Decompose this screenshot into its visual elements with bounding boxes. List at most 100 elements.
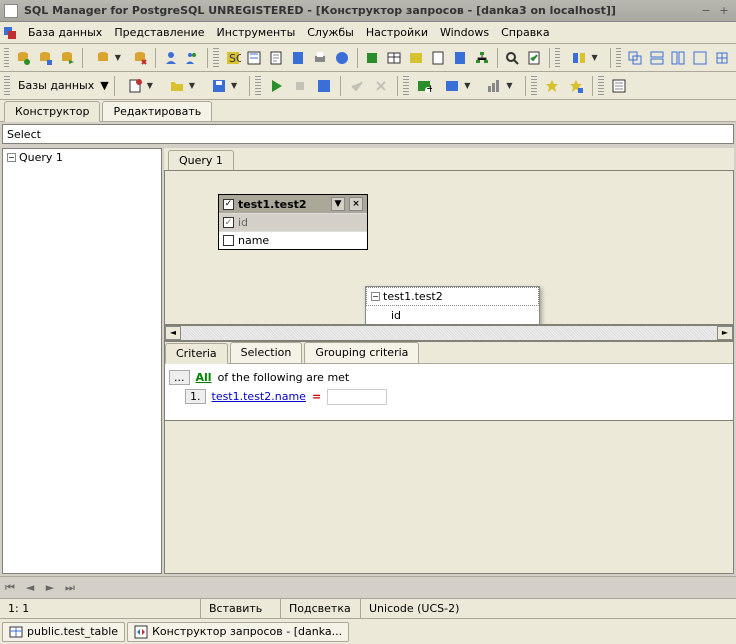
tool-user[interactable] bbox=[161, 47, 181, 69]
scroll-track[interactable] bbox=[181, 326, 717, 340]
toolbar-grip[interactable] bbox=[255, 76, 261, 96]
tool-tree[interactable] bbox=[472, 47, 492, 69]
toolbar-grip[interactable] bbox=[4, 76, 10, 96]
tool-export[interactable]: ▼ bbox=[437, 75, 477, 97]
toolbar-grip[interactable] bbox=[598, 76, 604, 96]
tool-save-query[interactable]: ▼ bbox=[204, 75, 244, 97]
table-widget-header[interactable]: ✓ test1.test2 ▼ × bbox=[219, 195, 367, 213]
checkbox-all-icon[interactable]: ✓ bbox=[223, 199, 234, 210]
criteria-field-link[interactable]: test1.test2.name bbox=[212, 390, 306, 403]
menu-services[interactable]: Службы bbox=[301, 24, 360, 41]
close-icon[interactable]: × bbox=[349, 197, 363, 211]
tool-script[interactable] bbox=[266, 47, 286, 69]
tab-selection[interactable]: Selection bbox=[230, 342, 303, 363]
popup-field-row[interactable]: id bbox=[366, 306, 539, 325]
menu-settings[interactable]: Настройки bbox=[360, 24, 434, 41]
scroll-left-icon[interactable]: ◄ bbox=[165, 326, 181, 340]
menu-help[interactable]: Справка bbox=[495, 24, 555, 41]
tool-fav-list[interactable] bbox=[565, 75, 587, 97]
select-type-bar[interactable]: Select bbox=[2, 124, 734, 144]
toolbar-grip[interactable] bbox=[531, 76, 537, 96]
tool-tile-v[interactable] bbox=[669, 47, 689, 69]
menu-tools[interactable]: Инструменты bbox=[211, 24, 302, 41]
dropdown-icon[interactable]: ▼ bbox=[331, 197, 345, 211]
tool-restore-all[interactable] bbox=[712, 47, 732, 69]
canvas-hscrollbar[interactable]: ◄ ► bbox=[164, 325, 734, 341]
toolbar-grip[interactable] bbox=[213, 48, 218, 68]
nav-prev-icon[interactable]: ◄ bbox=[20, 579, 40, 597]
tool-view[interactable] bbox=[406, 47, 426, 69]
tool-print[interactable] bbox=[310, 47, 330, 69]
criteria-menu-button[interactable]: ... bbox=[169, 370, 190, 385]
tool-rollback[interactable] bbox=[370, 75, 392, 97]
dropdown-arrow-icon[interactable]: ▼ bbox=[100, 79, 108, 92]
tab-grouping[interactable]: Grouping criteria bbox=[304, 342, 419, 363]
tool-db-connect[interactable]: ▼ bbox=[88, 47, 128, 69]
tool-create-view[interactable]: + bbox=[413, 75, 435, 97]
tool-stop[interactable] bbox=[289, 75, 311, 97]
tool-chart[interactable]: ▼ bbox=[479, 75, 519, 97]
canvas-tab-query1[interactable]: Query 1 bbox=[168, 150, 234, 171]
tool-table[interactable] bbox=[384, 47, 404, 69]
table-field-row[interactable]: ✓ id bbox=[219, 213, 367, 231]
minimize-button[interactable]: − bbox=[698, 3, 714, 19]
tool-sql-editor[interactable]: SQL bbox=[223, 47, 243, 69]
table-field-row[interactable]: name bbox=[219, 231, 367, 249]
tool-func[interactable] bbox=[450, 47, 470, 69]
maximize-button[interactable]: + bbox=[716, 3, 732, 19]
tab-edit[interactable]: Редактировать bbox=[102, 101, 212, 121]
tool-html[interactable] bbox=[332, 47, 352, 69]
tool-cascade[interactable] bbox=[625, 47, 645, 69]
task-public-test-table[interactable]: public.test_table bbox=[2, 622, 125, 642]
criteria-quantifier[interactable]: All bbox=[196, 371, 212, 384]
nav-last-icon[interactable]: ⏭ bbox=[60, 579, 80, 597]
toolbar-grip[interactable] bbox=[616, 48, 621, 68]
tool-db-new[interactable] bbox=[13, 47, 33, 69]
tool-proc[interactable] bbox=[428, 47, 448, 69]
tree-collapse-icon[interactable]: − bbox=[371, 292, 380, 301]
tool-new-query[interactable]: ▼ bbox=[120, 75, 160, 97]
tree-collapse-icon[interactable]: − bbox=[7, 153, 16, 162]
popup-table-row[interactable]: − test1.test2 bbox=[366, 287, 539, 306]
criteria-index[interactable]: 1. bbox=[185, 389, 206, 404]
tool-extract[interactable] bbox=[288, 47, 308, 69]
checkbox-icon[interactable]: ✓ bbox=[223, 217, 234, 228]
tool-users[interactable] bbox=[183, 47, 203, 69]
task-query-constructor[interactable]: Конструктор запросов - [danka... bbox=[127, 622, 349, 642]
tool-explain[interactable] bbox=[313, 75, 335, 97]
tool-open-query[interactable]: ▼ bbox=[162, 75, 202, 97]
tool-db-refresh[interactable] bbox=[57, 47, 77, 69]
table-widget-test1-test2[interactable]: ✓ test1.test2 ▼ × ✓ id name bbox=[218, 194, 368, 250]
scroll-right-icon[interactable]: ► bbox=[717, 326, 733, 340]
nav-next-icon[interactable]: ► bbox=[40, 579, 60, 597]
field-picker-popup[interactable]: − test1.test2 id name bbox=[365, 286, 540, 325]
tool-todo[interactable] bbox=[524, 47, 544, 69]
menu-view[interactable]: Представление bbox=[108, 24, 210, 41]
tool-commit[interactable] bbox=[346, 75, 368, 97]
tool-db-disconnect[interactable] bbox=[130, 47, 150, 69]
menu-windows[interactable]: Windows bbox=[434, 24, 495, 41]
toolbar-grip[interactable] bbox=[4, 48, 9, 68]
tool-db-edit[interactable] bbox=[35, 47, 55, 69]
menu-database[interactable]: База данных bbox=[22, 24, 108, 41]
tool-compare[interactable]: ▼ bbox=[564, 47, 604, 69]
toolbar-grip[interactable] bbox=[555, 48, 560, 68]
nav-first-icon[interactable]: ⏮ bbox=[0, 579, 20, 597]
tool-find[interactable] bbox=[503, 47, 523, 69]
tree-item-query1[interactable]: − Query 1 bbox=[3, 149, 161, 166]
checkbox-icon[interactable] bbox=[223, 235, 234, 246]
tool-tile-h[interactable] bbox=[647, 47, 667, 69]
diagram-canvas[interactable]: ✓ test1.test2 ▼ × ✓ id name − bbox=[164, 170, 734, 325]
criteria-value-input[interactable] bbox=[327, 389, 387, 405]
tab-criteria[interactable]: Criteria bbox=[165, 343, 228, 364]
tool-fav-add[interactable] bbox=[541, 75, 563, 97]
tool-grant[interactable] bbox=[363, 47, 383, 69]
tool-options[interactable] bbox=[608, 75, 630, 97]
criteria-operator[interactable]: = bbox=[312, 390, 321, 403]
toolbar-grip[interactable] bbox=[403, 76, 409, 96]
tool-minimize-all[interactable] bbox=[690, 47, 710, 69]
task-label: public.test_table bbox=[27, 625, 118, 638]
tab-constructor[interactable]: Конструктор bbox=[4, 101, 100, 122]
tool-query-builder[interactable] bbox=[244, 47, 264, 69]
tool-execute[interactable] bbox=[265, 75, 287, 97]
